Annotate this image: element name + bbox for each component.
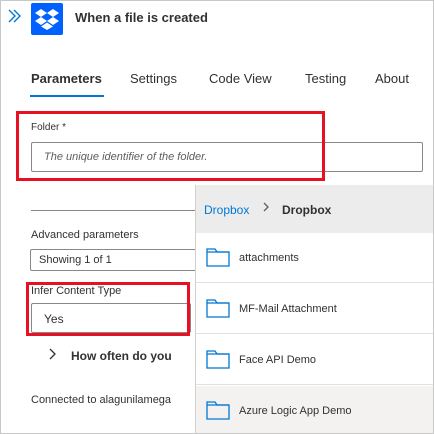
dropbox-logo-icon bbox=[31, 3, 63, 35]
folder-item[interactable]: MF-Mail Attachment bbox=[196, 284, 433, 334]
tab-testing[interactable]: Testing bbox=[305, 71, 346, 86]
folder-input[interactable] bbox=[31, 142, 423, 172]
how-often-expander[interactable]: How often do you bbox=[47, 348, 172, 363]
section-divider bbox=[31, 210, 196, 211]
folder-item[interactable]: attachments bbox=[196, 233, 433, 283]
infer-content-type-value: Yes bbox=[44, 312, 64, 326]
infer-content-type-label: Infer Content Type bbox=[31, 285, 122, 297]
folder-label: Folder * bbox=[31, 122, 67, 133]
folder-item-name: attachments bbox=[239, 252, 299, 264]
tab-parameters[interactable]: Parameters bbox=[31, 71, 102, 86]
tab-about[interactable]: About bbox=[375, 71, 409, 86]
folder-icon bbox=[206, 400, 230, 420]
advanced-parameters-dropdown[interactable]: Showing 1 of 1 bbox=[30, 249, 200, 271]
connection-status: Connected to alagunilamega bbox=[31, 394, 172, 406]
advanced-parameters-value: Showing 1 of 1 bbox=[39, 254, 112, 266]
folder-icon bbox=[206, 298, 230, 318]
page-title: When a file is created bbox=[75, 10, 208, 25]
tab-settings[interactable]: Settings bbox=[130, 71, 177, 86]
folder-item[interactable]: Face API Demo bbox=[196, 335, 433, 385]
breadcrumb-chevron-icon bbox=[262, 201, 270, 216]
folder-item[interactable]: Azure Logic App Demo bbox=[196, 386, 433, 433]
tab-bar: Parameters Settings Code View Testing Ab… bbox=[1, 71, 433, 101]
folder-item-name: MF-Mail Attachment bbox=[239, 303, 337, 315]
breadcrumb: Dropbox Dropbox bbox=[196, 185, 433, 233]
tab-code-view[interactable]: Code View bbox=[209, 71, 272, 86]
folder-icon bbox=[206, 349, 230, 369]
folder-icon bbox=[206, 247, 230, 267]
advanced-parameters-label: Advanced parameters bbox=[31, 229, 139, 241]
folder-item-name: Azure Logic App Demo bbox=[239, 405, 352, 417]
chevron-right-icon bbox=[47, 348, 71, 363]
folder-item-name: Face API Demo bbox=[239, 354, 317, 366]
folder-picker-panel: Dropbox Dropbox attachments MF-Mail Atta… bbox=[195, 185, 433, 433]
active-tab-indicator bbox=[30, 95, 104, 97]
infer-content-type-dropdown[interactable]: Yes bbox=[31, 303, 191, 333]
breadcrumb-root-link[interactable]: Dropbox bbox=[204, 203, 249, 217]
breadcrumb-current: Dropbox bbox=[282, 203, 332, 217]
double-chevron-right-icon[interactable] bbox=[7, 7, 23, 25]
trigger-panel: When a file is created Parameters Settin… bbox=[0, 0, 434, 434]
how-often-label: How often do you bbox=[71, 349, 172, 363]
